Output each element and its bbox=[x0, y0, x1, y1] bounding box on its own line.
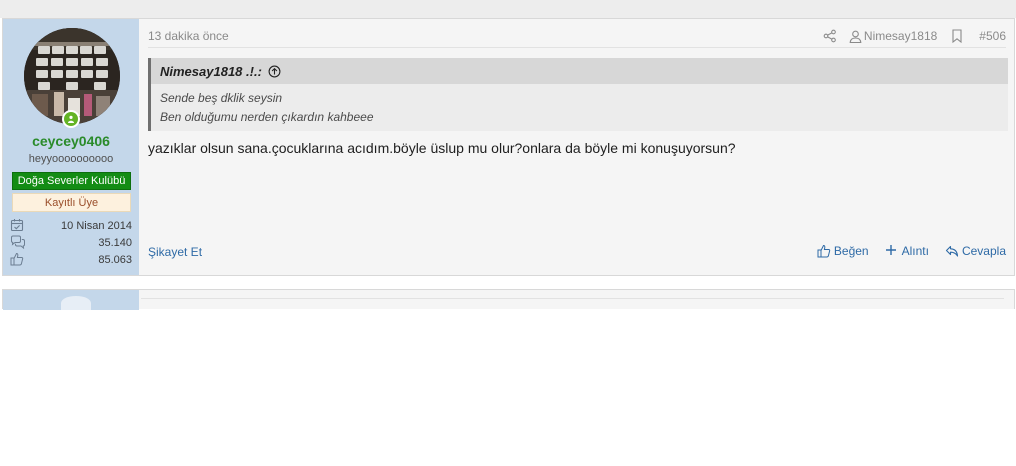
stat-reactions: 85.063 bbox=[10, 252, 132, 268]
post-content: 13 dakika önce Nimesay1818 #506 Nimesay1… bbox=[139, 19, 1014, 275]
quote-button[interactable]: Alıntı bbox=[885, 244, 929, 258]
next-post-divider bbox=[141, 298, 1004, 299]
reply-button[interactable]: Cevapla bbox=[945, 244, 1006, 258]
calendar-check-icon bbox=[10, 218, 26, 234]
like-label: Beğen bbox=[833, 244, 869, 258]
stat-reactions-value: 85.063 bbox=[98, 254, 132, 266]
online-status-icon bbox=[62, 110, 80, 128]
stat-messages: 35.140 bbox=[10, 235, 132, 251]
user-icon bbox=[849, 30, 862, 43]
quote-line: Ben olduğumu nerden çıkardın kahbeee bbox=[160, 110, 374, 124]
stat-messages-value: 35.140 bbox=[98, 237, 132, 249]
user-title: heyyoooooooooo bbox=[28, 153, 114, 165]
quote-label: Alıntı bbox=[901, 244, 929, 258]
post-author-link[interactable]: Nimesay1818 bbox=[864, 29, 937, 43]
top-strip bbox=[0, 0, 1016, 18]
post-message: yazıklar olsun sana.çocuklarına acıdım.b… bbox=[148, 140, 736, 156]
bookmark-icon[interactable] bbox=[951, 29, 963, 43]
post-actions: Beğen Alıntı Cevapla bbox=[817, 244, 1006, 258]
comments-icon bbox=[10, 235, 26, 251]
quote-header: Nimesay1818 .!.: bbox=[151, 58, 1008, 84]
report-link[interactable]: Şikayet Et bbox=[148, 245, 202, 259]
header-divider bbox=[148, 47, 1006, 48]
post-number[interactable]: #506 bbox=[979, 29, 1006, 43]
user-panel: ceycey0406 heyyoooooooooo Doğa Severler … bbox=[3, 19, 139, 275]
like-button[interactable]: Beğen bbox=[817, 244, 869, 258]
reply-icon bbox=[945, 244, 959, 258]
username[interactable]: ceycey0406 bbox=[3, 133, 139, 149]
post-header-tools: Nimesay1818 #506 bbox=[823, 27, 1006, 45]
quote-block: Nimesay1818 .!.: Sende beş dklik seysin … bbox=[148, 58, 1008, 131]
thumbs-up-icon bbox=[10, 252, 26, 268]
post-time[interactable]: 13 dakika önce bbox=[148, 29, 229, 43]
stat-join-date: 10 Nisan 2014 bbox=[10, 218, 132, 234]
quote-line: Sende beş dklik seysin bbox=[160, 91, 283, 105]
plus-icon bbox=[885, 244, 899, 258]
reply-label: Cevapla bbox=[961, 244, 1006, 258]
share-icon[interactable] bbox=[823, 29, 837, 43]
stat-join-date-value: 10 Nisan 2014 bbox=[61, 220, 132, 232]
user-banner-member: Kayıtlı Üye bbox=[12, 193, 131, 212]
user-banner-club: Doğa Severler Kulübü bbox=[12, 172, 131, 190]
thumbs-up-icon bbox=[817, 244, 831, 258]
quote-author[interactable]: Nimesay1818 .!.: bbox=[160, 64, 262, 79]
next-post-peek bbox=[2, 289, 1015, 310]
forum-post: ceycey0406 heyyoooooooooo Doğa Severler … bbox=[2, 18, 1015, 276]
arrow-circle-up-icon[interactable] bbox=[268, 65, 281, 78]
next-post-avatar[interactable] bbox=[61, 296, 91, 310]
